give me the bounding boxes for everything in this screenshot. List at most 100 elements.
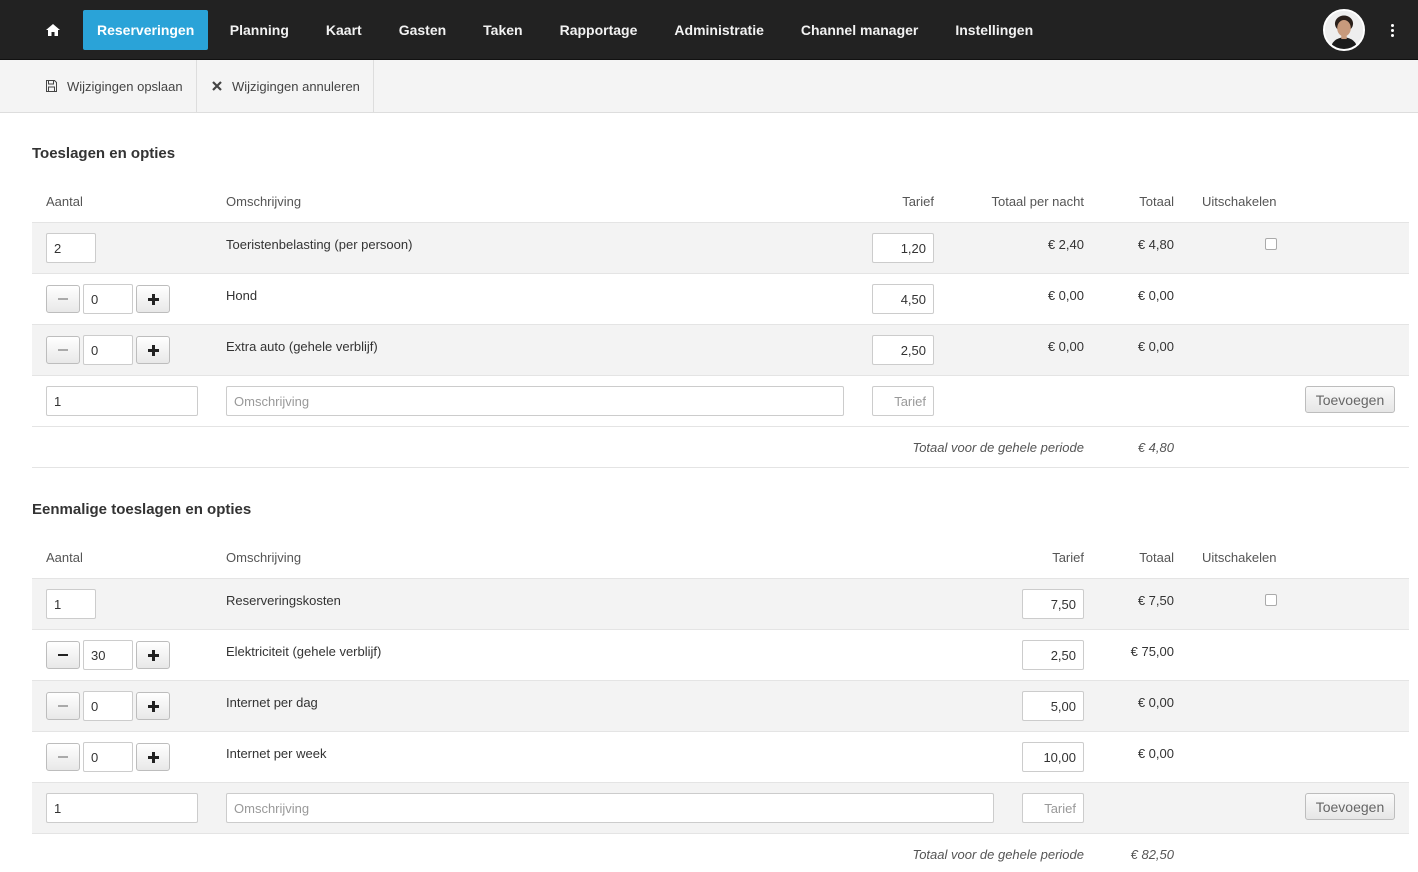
nav-item-gasten[interactable]: Gasten: [380, 10, 464, 50]
rate-input[interactable]: [872, 335, 934, 365]
minus-icon: [58, 348, 68, 352]
decrement-button[interactable]: [46, 285, 80, 313]
close-icon: [212, 81, 222, 91]
minus-icon: [58, 704, 68, 708]
new-rate-input[interactable]: [872, 386, 934, 416]
new-item-row: Toevoegen: [32, 782, 1409, 833]
table-row: Reserveringskosten € 7,50: [32, 578, 1409, 629]
home-icon[interactable]: [26, 0, 80, 60]
row-description: Internet per week: [226, 746, 327, 761]
plus-icon: [147, 344, 159, 356]
minus-icon: [58, 297, 68, 301]
minus-icon: [58, 755, 68, 759]
increment-button[interactable]: [136, 285, 170, 313]
col-head-aantal: Aantal: [46, 550, 83, 565]
quantity-input[interactable]: [83, 691, 133, 721]
increment-button[interactable]: [136, 336, 170, 364]
nav-item-taken[interactable]: Taken: [465, 10, 541, 50]
nav-item-kaart[interactable]: Kaart: [307, 10, 380, 50]
increment-button[interactable]: [136, 743, 170, 771]
new-quantity-input[interactable]: [46, 386, 198, 416]
quantity-input[interactable]: [83, 335, 133, 365]
quantity-input[interactable]: [83, 742, 133, 772]
avatar[interactable]: [1323, 9, 1365, 51]
row-description: Hond: [226, 288, 258, 303]
cancel-changes-button[interactable]: Wijzigingen annuleren: [197, 60, 374, 112]
col-head-uitschakelen: Uitschakelen: [1202, 550, 1277, 565]
row-total: € 0,00: [1137, 695, 1174, 710]
table-row: Hond € 0,00 € 0,00: [32, 273, 1409, 324]
increment-button[interactable]: [136, 641, 170, 669]
nav-item-rapportage[interactable]: Rapportage: [541, 10, 656, 50]
plus-icon: [147, 700, 159, 712]
row-total: € 0,00: [1137, 288, 1174, 303]
rate-input[interactable]: [1022, 640, 1084, 670]
row-description: Elektriciteit (gehele verblijf): [226, 644, 382, 659]
new-description-input[interactable]: [226, 386, 844, 416]
quantity-input[interactable]: [83, 284, 133, 314]
row-description: Reserveringskosten: [226, 593, 341, 608]
new-rate-input[interactable]: [1022, 793, 1084, 823]
save-changes-button[interactable]: Wijzigingen opslaan: [0, 60, 197, 112]
row-description: Toeristenbelasting (per persoon): [226, 237, 413, 252]
col-head-uitschakelen: Uitschakelen: [1202, 194, 1277, 209]
row-description: Internet per dag: [226, 695, 318, 710]
add-button[interactable]: Toevoegen: [1305, 386, 1395, 413]
table-row: Elektriciteit (gehele verblijf) € 75,00: [32, 629, 1409, 680]
total-per-night: € 2,40: [1047, 237, 1084, 252]
col-head-tarief: Tarief: [902, 194, 934, 209]
decrement-button[interactable]: [46, 336, 80, 364]
plus-icon: [147, 751, 159, 763]
save-changes-label: Wijzigingen opslaan: [67, 78, 183, 94]
table-row: Extra auto (gehele verblijf) € 0,00 € 0,…: [32, 324, 1409, 375]
period-total-label: Totaal voor de gehele periode: [912, 847, 1084, 862]
disable-checkbox[interactable]: [1265, 594, 1277, 606]
col-head-aantal: Aantal: [46, 194, 83, 209]
row-total: € 4,80: [1137, 237, 1174, 252]
rate-input[interactable]: [1022, 742, 1084, 772]
period-total-value: € 82,50: [1130, 847, 1174, 862]
new-description-input[interactable]: [226, 793, 994, 823]
nav-item-planning[interactable]: Planning: [211, 10, 307, 50]
nav-item-administratie[interactable]: Administratie: [656, 10, 782, 50]
row-total: € 0,00: [1137, 339, 1174, 354]
rate-input[interactable]: [872, 233, 934, 263]
new-item-row: Toevoegen: [32, 375, 1409, 426]
add-button[interactable]: Toevoegen: [1305, 793, 1395, 820]
increment-button[interactable]: [136, 692, 170, 720]
rate-input[interactable]: [872, 284, 934, 314]
disable-checkbox[interactable]: [1265, 238, 1277, 250]
col-head-omschrijving: Omschrijving: [226, 550, 302, 565]
main-nav: Reserveringen Planning Kaart Gasten Take…: [0, 0, 1052, 60]
nav-item-reserveringen[interactable]: Reserveringen: [83, 10, 209, 50]
floppy-disk-icon: [46, 80, 57, 92]
row-total: € 75,00: [1130, 644, 1174, 659]
period-total-label: Totaal voor de gehele periode: [912, 440, 1084, 455]
section-title-toeslagen: Toeslagen en opties: [32, 145, 176, 162]
plus-icon: [147, 293, 159, 305]
minus-icon: [58, 653, 68, 657]
quantity-input[interactable]: [46, 233, 96, 263]
period-total-value: € 4,80: [1137, 440, 1174, 455]
decrement-button[interactable]: [46, 692, 80, 720]
col-head-totaal-per-nacht: Totaal per nacht: [991, 194, 1084, 209]
table-row: Toeristenbelasting (per persoon) € 2,40 …: [32, 222, 1409, 273]
col-head-omschrijving: Omschrijving: [226, 194, 302, 209]
col-head-totaal: Totaal: [1139, 194, 1174, 209]
decrement-button[interactable]: [46, 743, 80, 771]
quantity-input[interactable]: [46, 589, 96, 619]
rate-input[interactable]: [1022, 589, 1084, 619]
total-per-night: € 0,00: [1047, 339, 1084, 354]
col-head-totaal: Totaal: [1139, 550, 1174, 565]
row-total: € 7,50: [1137, 593, 1174, 608]
cancel-changes-label: Wijzigingen annuleren: [232, 78, 360, 94]
section-title-eenmalige: Eenmalige toeslagen en opties: [32, 501, 252, 518]
quantity-input[interactable]: [83, 640, 133, 670]
decrement-button[interactable]: [46, 641, 80, 669]
nav-item-instellingen[interactable]: Instellingen: [937, 10, 1052, 50]
new-quantity-input[interactable]: [46, 793, 198, 823]
more-menu-icon[interactable]: [1384, 18, 1400, 42]
rate-input[interactable]: [1022, 691, 1084, 721]
col-head-tarief: Tarief: [1052, 550, 1084, 565]
nav-item-channel-manager[interactable]: Channel manager: [782, 10, 936, 50]
